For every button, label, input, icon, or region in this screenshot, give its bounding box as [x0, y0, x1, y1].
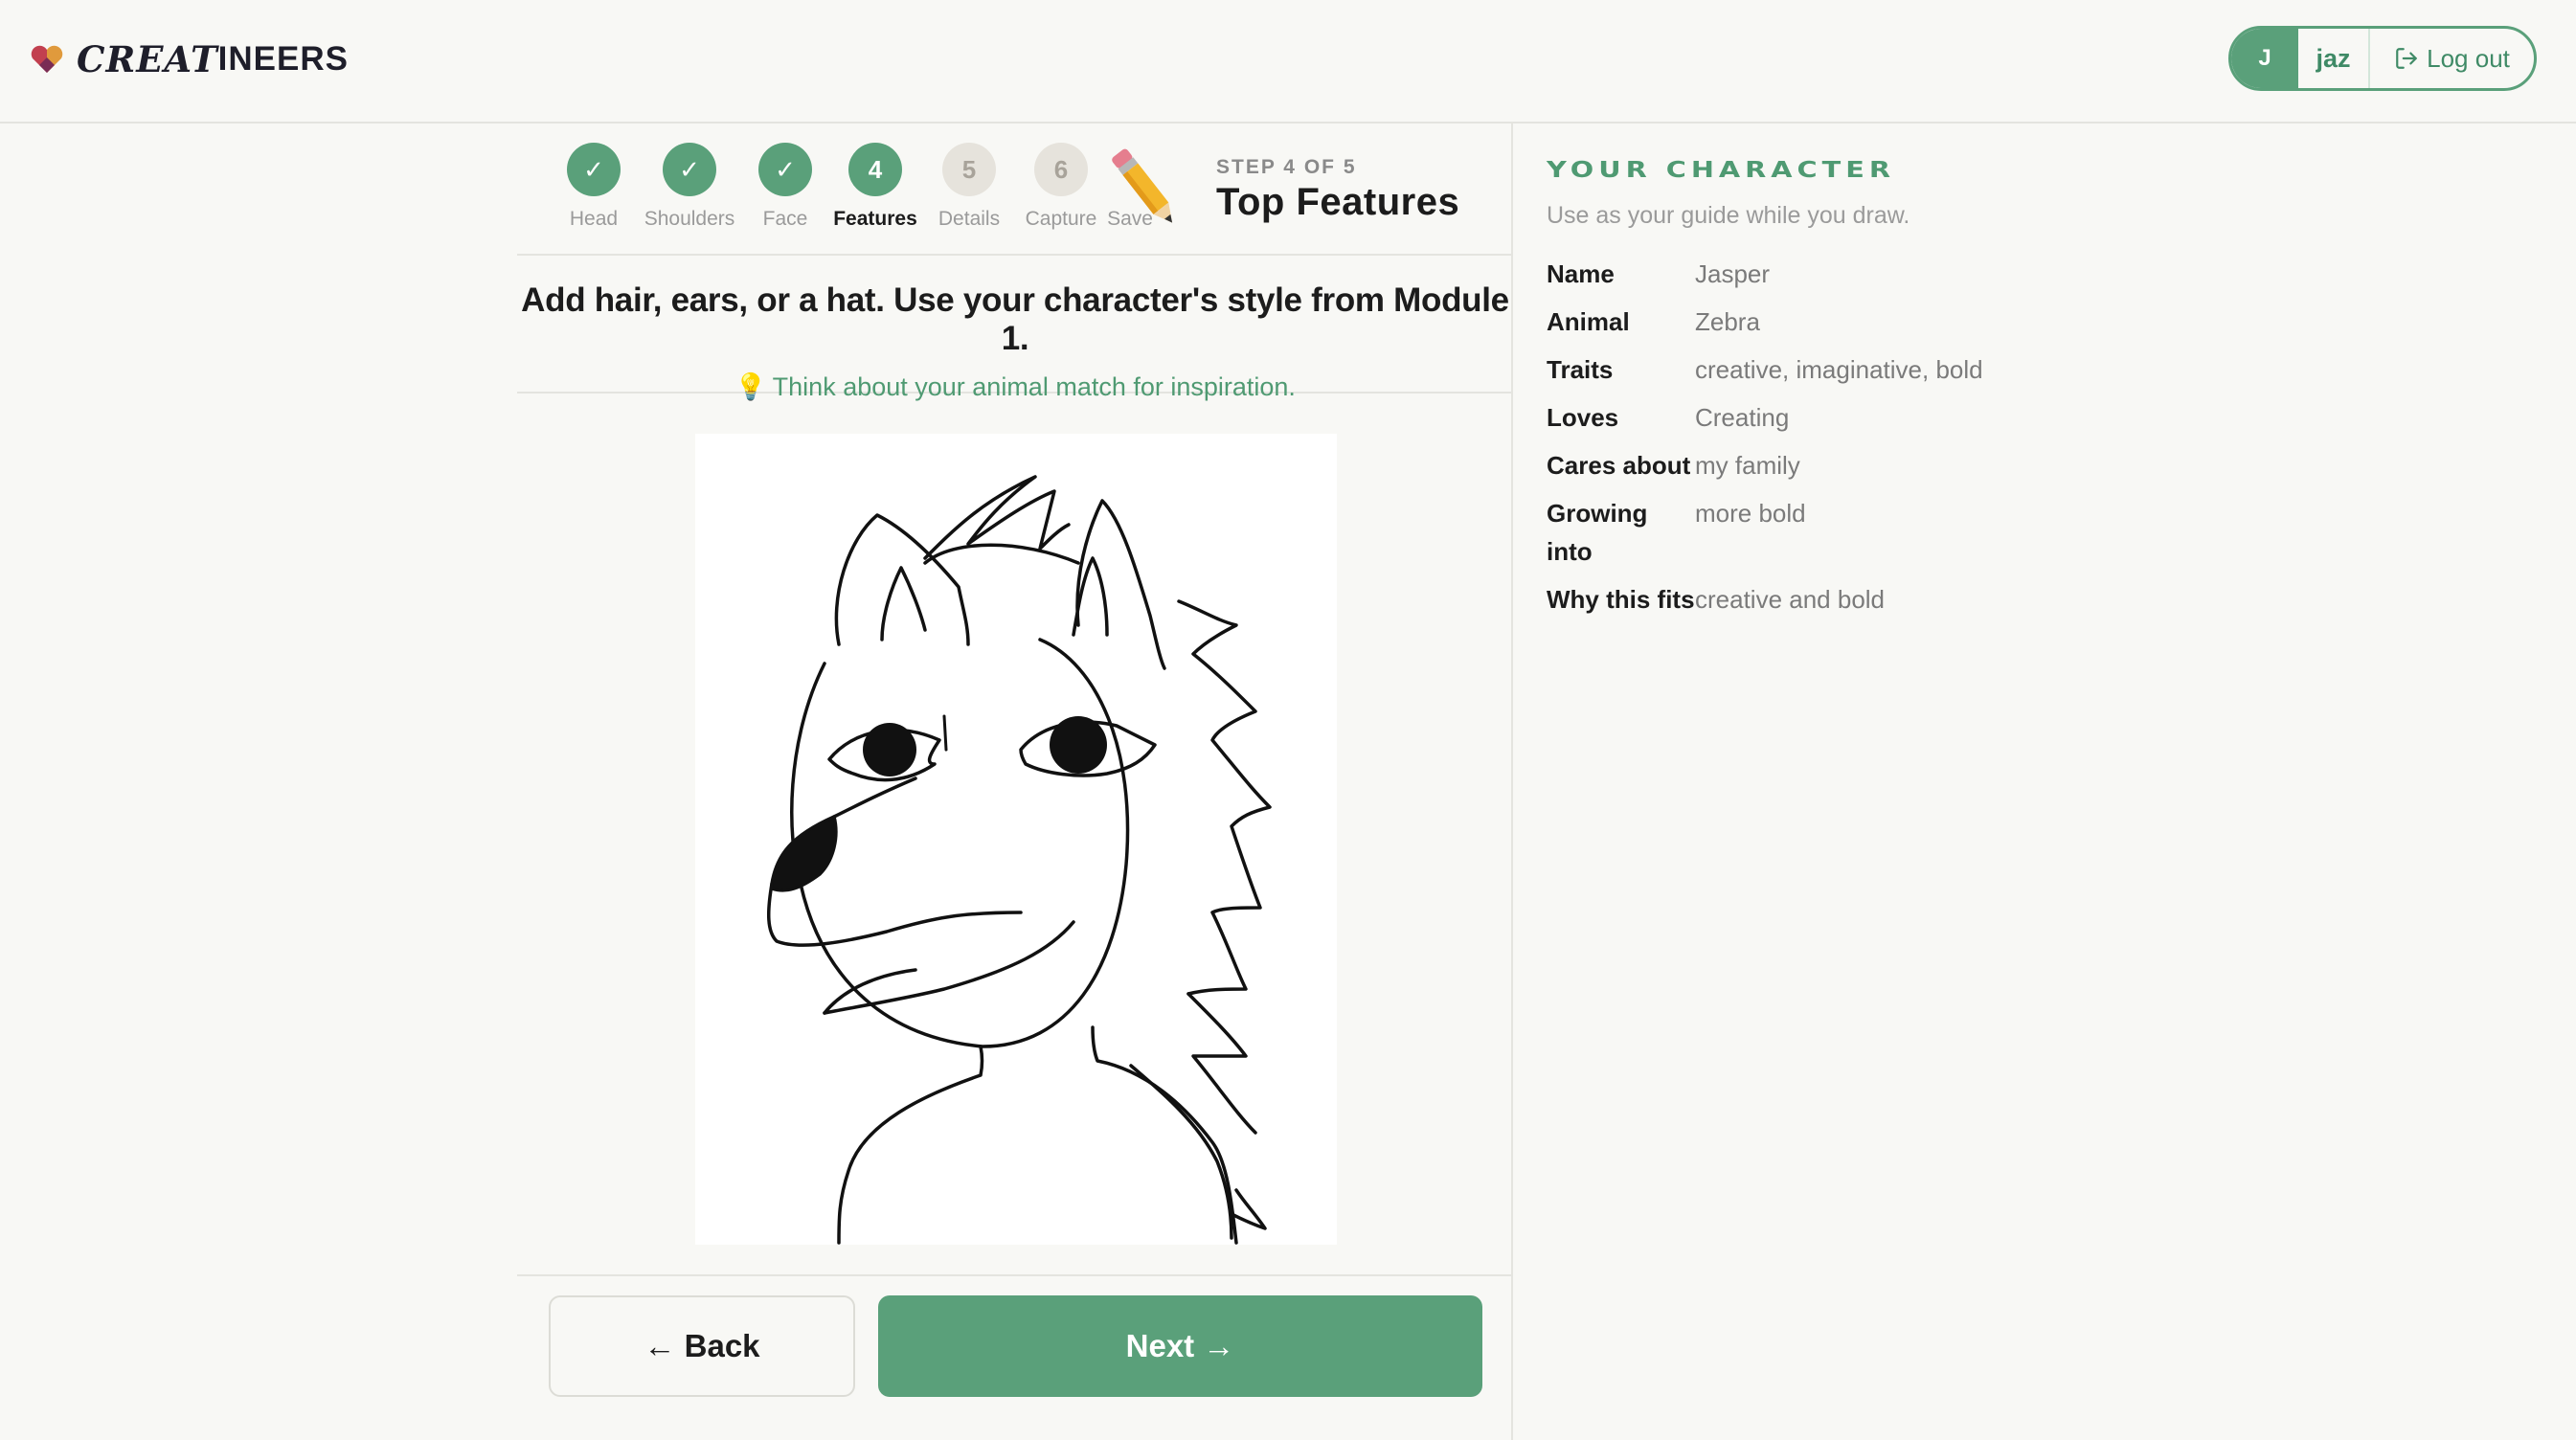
step-number: 5: [942, 143, 996, 196]
character-sketch: [766, 475, 1272, 1245]
drawing-workspace: ✓ Head ✓ Shoulders ✓ Face 4 Features 5 D…: [517, 124, 1513, 1440]
step-label: Shoulders: [644, 208, 735, 230]
pencil-icon: [1112, 148, 1173, 223]
brand-logo[interactable]: CREAT INEERS: [29, 38, 349, 80]
top-bar: CREAT INEERS J jaz Log out: [0, 0, 2576, 124]
detail-key: Growing into: [1547, 499, 1648, 566]
detail-key: Traits: [1547, 355, 1614, 384]
step-label: Details: [938, 208, 1001, 230]
detail-row-growing-into: Growing into more bold: [1547, 494, 2542, 571]
detail-value: Zebra: [1695, 307, 1760, 336]
step-number: 4: [848, 143, 902, 196]
username[interactable]: jaz: [2298, 29, 2370, 88]
step-check-icon: ✓: [567, 143, 621, 196]
character-details: Name Jasper Animal Zebra Traits creative…: [1547, 255, 2542, 619]
detail-value: Creating: [1695, 403, 1790, 432]
step-label: Head: [569, 208, 619, 230]
detail-row-traits: Traits creative, imaginative, bold: [1547, 350, 2542, 389]
detail-key: Animal: [1547, 307, 1630, 336]
detail-row-loves: Loves Creating: [1547, 398, 2542, 437]
step-label: Features: [833, 208, 917, 230]
brand-name-plain: INEERS: [217, 40, 349, 78]
step-heading: STEP 4 OF 5 Top Features: [1216, 156, 1459, 224]
detail-value: more bold: [1695, 499, 1806, 528]
panel-subtitle: Use as your guide while you draw.: [1547, 202, 1910, 229]
lightbulb-icon: 💡: [734, 372, 767, 401]
detail-row-name: Name Jasper: [1547, 255, 2542, 293]
drawing-canvas[interactable]: [695, 434, 1337, 1245]
instruction-hint: 💡 Think about your animal match for inspi…: [517, 371, 1513, 402]
instruction-headline: Add hair, ears, or a hat. Use your chara…: [521, 281, 1509, 357]
next-button[interactable]: Next →: [878, 1295, 1482, 1397]
detail-value: my family: [1695, 451, 1800, 480]
step-title: Top Features: [1216, 181, 1460, 223]
back-button[interactable]: ← Back: [549, 1295, 855, 1397]
detail-key: Name: [1547, 259, 1615, 288]
instruction-area: Add hair, ears, or a hat. Use your chara…: [517, 256, 1513, 401]
step-label: Face: [762, 208, 808, 230]
detail-key: Why this fits: [1547, 585, 1695, 614]
logout-label: Log out: [2427, 43, 2510, 73]
logout-icon: [2396, 48, 2417, 69]
brand-name-italic: CREAT: [77, 38, 218, 80]
hint-text: Think about your animal match for inspir…: [772, 372, 1296, 401]
detail-row-animal: Animal Zebra: [1547, 303, 2542, 341]
user-menu: J jaz Log out: [2228, 26, 2537, 91]
step-check-icon: ✓: [758, 143, 812, 196]
heart-logo-icon: [31, 45, 63, 73]
step-kicker: STEP 4 OF 5: [1216, 156, 1357, 178]
panel-title: YOUR CHARACTER: [1547, 158, 1896, 183]
step-check-icon: ✓: [663, 143, 716, 196]
detail-key: Loves: [1547, 403, 1619, 432]
detail-value: creative, imaginative, bold: [1695, 355, 1983, 384]
avatar[interactable]: J: [2231, 29, 2298, 88]
detail-value: creative and bold: [1695, 585, 1886, 614]
logout-button[interactable]: Log out: [2370, 29, 2534, 88]
step-progress: ✓ Head ✓ Shoulders ✓ Face 4 Features 5 D…: [517, 124, 1513, 256]
detail-value: Jasper: [1695, 259, 1771, 288]
detail-row-cares-about: Cares about my family: [1547, 446, 2542, 484]
detail-row-why-this-fits: Why this fits creative and bold: [1547, 580, 2542, 619]
navigation-actions: ← Back Next →: [517, 1274, 1513, 1440]
detail-key: Cares about: [1547, 451, 1691, 480]
character-panel: YOUR CHARACTER Use as your guide while y…: [1547, 124, 2542, 1440]
